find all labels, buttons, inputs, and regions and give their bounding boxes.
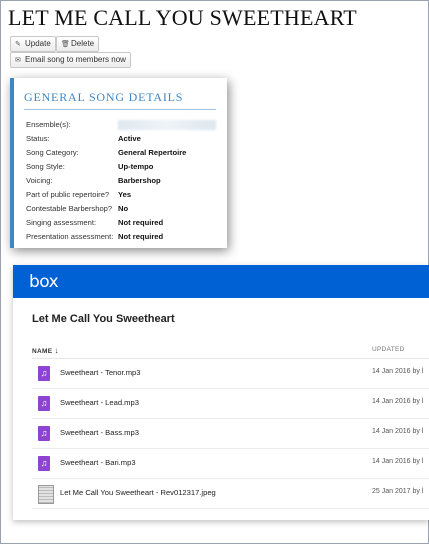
detail-label: Status: (26, 134, 50, 143)
file-updated: 14 Jan 2016 by l (372, 458, 424, 465)
file-name[interactable]: Let Me Call You Sweetheart - Rev012317.j… (60, 488, 216, 497)
detail-value: Not required (118, 218, 164, 227)
song-details-heading: GENERAL SONG DETAILS (24, 90, 216, 110)
name-column-label: NAME (32, 348, 53, 355)
box-logo[interactable]: box (29, 272, 59, 292)
detail-value: No (118, 204, 129, 213)
file-name[interactable]: Sweetheart - Bass.mp3 (60, 428, 139, 437)
detail-value: Not required (118, 232, 164, 241)
update-button-label: Update (25, 39, 51, 48)
trash-icon: 🗑 (61, 41, 70, 48)
file-updated: 14 Jan 2016 by l (372, 398, 424, 405)
box-file-browser: box Let Me Call You Sweetheart NAME ↓ UP… (13, 265, 429, 520)
envelope-icon: ✉ (15, 57, 21, 64)
file-updated: 14 Jan 2016 by l (372, 368, 424, 375)
audio-file-icon: ♫ (38, 396, 50, 411)
song-details-card: GENERAL SONG DETAILS Ensemble(s): Status… (10, 78, 227, 248)
detail-label: Presentation assessment: (26, 232, 114, 241)
file-row-bass[interactable]: ♫ Sweetheart - Bass.mp3 14 Jan 2016 by l (32, 419, 429, 449)
box-header-bar: box (13, 265, 429, 298)
page-title: LET ME CALL YOU SWEETHEART (8, 5, 357, 30)
audio-file-icon: ♫ (38, 426, 50, 441)
detail-row-song-category: Song Category: General Repertoire (26, 148, 186, 157)
detail-value: Barbershop (118, 176, 161, 185)
file-updated: 14 Jan 2016 by l (372, 428, 424, 435)
detail-row-status: Status: Active (26, 134, 141, 143)
detail-row-public-repertoire: Part of public repertoire? Yes (26, 190, 131, 199)
file-name[interactable]: Sweetheart - Tenor.mp3 (60, 368, 140, 377)
audio-file-icon: ♫ (38, 456, 50, 471)
detail-value: Up-tempo (118, 162, 154, 171)
file-row-lead[interactable]: ♫ Sweetheart - Lead.mp3 14 Jan 2016 by l (32, 389, 429, 419)
detail-label: Contestable Barbershop? (26, 204, 113, 213)
file-row-tenor[interactable]: ♫ Sweetheart - Tenor.mp3 14 Jan 2016 by … (32, 359, 429, 389)
detail-label: Song Category: (26, 148, 79, 157)
file-row-sheet-music[interactable]: Let Me Call You Sweetheart - Rev012317.j… (32, 479, 429, 509)
detail-row-presentation-assessment: Presentation assessment: Not required (26, 232, 163, 241)
update-button[interactable]: ✎ Update (10, 36, 56, 52)
file-updated: 25 Jan 2017 by l (372, 488, 424, 495)
detail-row-voicing: Voicing: Barbershop (26, 176, 161, 185)
detail-label: Song Style: (26, 162, 65, 171)
updated-column-header[interactable]: UPDATED (372, 346, 405, 353)
detail-row-ensembles: Ensemble(s): (26, 120, 216, 130)
detail-label: Part of public repertoire? (26, 190, 110, 199)
file-name[interactable]: Sweetheart - Bari.mp3 (60, 458, 136, 467)
detail-row-contestable: Contestable Barbershop? No (26, 204, 128, 213)
ensemble-value-redacted (118, 120, 216, 130)
email-song-button-label: Email song to members now (25, 55, 126, 64)
detail-value: Yes (118, 190, 132, 199)
file-row-bari[interactable]: ♫ Sweetheart - Bari.mp3 14 Jan 2016 by l (32, 449, 429, 479)
file-name[interactable]: Sweetheart - Lead.mp3 (60, 398, 139, 407)
detail-label: Ensemble(s): (26, 120, 71, 129)
audio-file-icon: ♫ (38, 366, 50, 381)
name-column-header[interactable]: NAME ↓ (32, 346, 59, 355)
detail-row-singing-assessment: Singing assessment: Not required (26, 218, 163, 227)
detail-value: Active (118, 134, 141, 143)
sort-down-arrow-icon: ↓ (54, 346, 59, 355)
delete-button-label: Delete (71, 39, 95, 48)
edit-icon: ✎ (15, 41, 21, 48)
folder-title: Let Me Call You Sweetheart (32, 313, 175, 325)
image-thumbnail-icon (38, 485, 54, 504)
detail-row-song-style: Song Style: Up-tempo (26, 162, 153, 171)
detail-label: Voicing: (26, 176, 53, 185)
delete-button[interactable]: 🗑Delete (56, 36, 100, 52)
detail-label: Singing assessment: (26, 218, 97, 227)
email-song-button[interactable]: ✉ Email song to members now (10, 52, 131, 68)
detail-value: General Repertoire (118, 148, 187, 157)
